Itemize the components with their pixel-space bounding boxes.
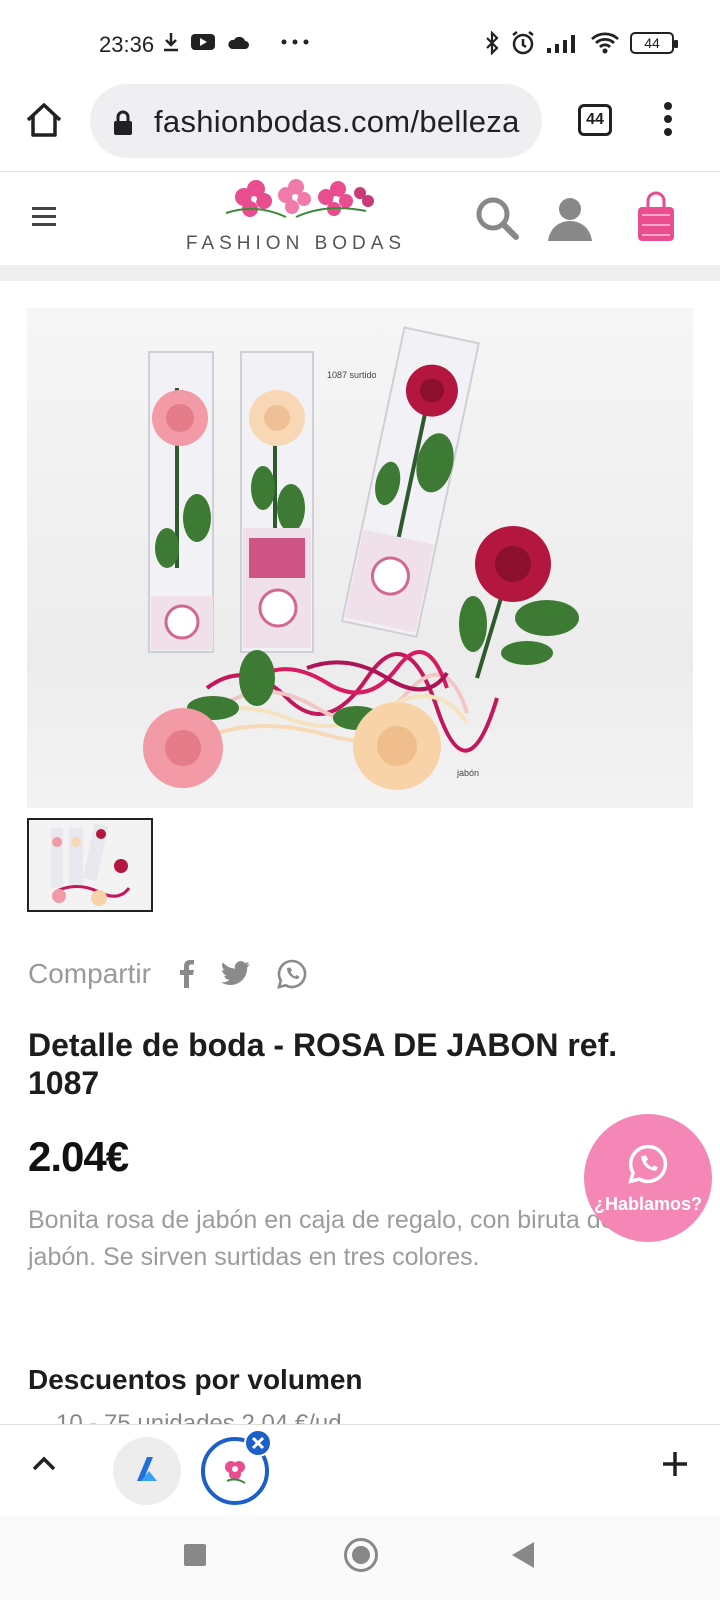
product-price: 2.04€ <box>28 1133 129 1180</box>
flowers-logo-icon <box>225 179 374 218</box>
system-nav-bar <box>0 1516 720 1600</box>
image-caption: 1087 surtido <box>327 370 377 380</box>
site-logo[interactable]: FASHION BODAS <box>176 173 416 263</box>
twitter-icon[interactable] <box>220 961 251 987</box>
browser-tab-strip <box>0 1424 720 1516</box>
back-icon[interactable] <box>512 1542 534 1568</box>
gift-box-peach-rose <box>240 351 314 653</box>
notification-icons <box>162 31 310 53</box>
volume-discount-line: 10 - 75 unidades 2.04 €/ud <box>56 1410 342 1424</box>
home-nav-icon[interactable] <box>344 1538 378 1572</box>
product-title: Detalle de boda - ROSA DE JABON ref. 108… <box>28 1027 618 1101</box>
soap-roses-photo: 1087 surtido jabón <box>143 326 579 790</box>
loose-pink-rose <box>143 650 275 788</box>
chat-whatsapp-button[interactable]: ¿Hablamos? <box>584 1114 712 1242</box>
gift-box-pink-rose <box>148 351 214 653</box>
header-divider <box>0 265 720 281</box>
product-description: Bonita rosa de jabón en caja de regalo, … <box>28 1206 615 1271</box>
address-bar[interactable]: fashionbodas.com/belleza <box>90 84 542 158</box>
recents-icon[interactable] <box>184 1544 206 1566</box>
browser-menu-icon[interactable] <box>660 102 676 142</box>
logo-text: FASHION BODAS <box>185 233 407 254</box>
signal-icon <box>547 35 575 53</box>
share-row: Compartir <box>28 958 333 990</box>
loose-peach-rose <box>333 702 441 790</box>
thumbnail-image <box>51 823 131 906</box>
volume-discounts-title: Descuentos por volumen <box>28 1364 363 1395</box>
system-icons: 44 <box>484 30 678 56</box>
image-note: jabón <box>456 768 479 778</box>
tab-switcher-button[interactable]: 44 <box>578 104 612 136</box>
status-time: 23:36 <box>99 32 155 57</box>
new-tab-plus-icon[interactable] <box>660 1449 690 1479</box>
product-main-image[interactable]: 1087 surtido jabón <box>27 308 693 808</box>
share-label: Compartir <box>28 958 151 989</box>
shopping-bag-icon[interactable] <box>636 191 676 243</box>
chevron-up-icon[interactable] <box>32 1455 56 1471</box>
more-dots-icon <box>281 39 309 45</box>
battery-icon: 44 <box>630 32 678 54</box>
close-icon <box>251 1436 265 1450</box>
whatsapp-icon <box>628 1144 668 1184</box>
whatsapp-icon[interactable] <box>277 959 307 989</box>
url-text[interactable]: fashionbodas.com/belleza <box>154 104 520 140</box>
browser-toolbar: fashionbodas.com/belleza 44 <box>0 82 720 172</box>
lock-icon <box>114 110 132 135</box>
loose-red-rose <box>459 526 579 679</box>
youtube-icon <box>191 34 215 50</box>
wifi-icon <box>591 32 619 54</box>
chat-button-label: ¿Hablamos? <box>593 1194 703 1214</box>
home-icon[interactable] <box>24 100 64 140</box>
status-bar: 23:36 44 <box>0 0 720 88</box>
site-header: FASHION BODAS <box>0 173 720 265</box>
tab-azure[interactable] <box>113 1437 181 1505</box>
facebook-icon[interactable] <box>179 960 195 988</box>
alarm-icon <box>512 31 534 55</box>
cloud-icon <box>228 36 249 49</box>
download-icon <box>164 33 178 52</box>
product-thumbnail[interactable] <box>27 818 153 912</box>
hamburger-menu-icon[interactable] <box>32 207 56 231</box>
search-icon[interactable] <box>474 195 520 241</box>
azure-icon <box>137 1457 157 1481</box>
close-tab-icon[interactable] <box>244 1429 272 1457</box>
bluetooth-icon <box>486 31 499 55</box>
user-account-icon[interactable] <box>546 195 594 241</box>
